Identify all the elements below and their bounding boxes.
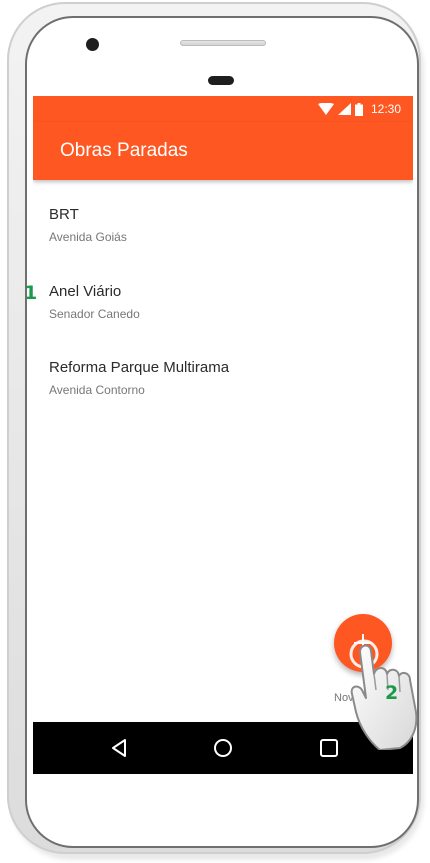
recents-icon[interactable] [317,736,341,760]
front-camera [86,38,99,51]
list-item[interactable]: Anel Viário Senador Canedo [49,257,399,321]
mockup-stage: 12:30 Obras Paradas BRT Avenida Goiás An… [0,0,430,863]
app-bar-title: Obras Paradas [60,140,188,161]
list-item-title: Reforma Parque Multirama [49,359,230,376]
proximity-sensor [208,76,234,85]
annotation-marker-2: 2 [385,682,399,704]
status-icons: 12:30 [317,100,401,118]
home-icon[interactable] [211,736,235,760]
annotation-marker-1: 1 [24,282,38,304]
list-item-subtitle: Avenida Contorno [49,383,145,397]
back-icon[interactable] [107,736,131,760]
signal-icon [337,103,351,115]
list-item[interactable]: Reforma Parque Multirama Avenida Contorn… [49,333,399,397]
list-item-subtitle: Avenida Goiás [49,230,127,244]
status-bar: 12:30 [33,96,413,122]
list-item-title: Anel Viário [49,283,122,300]
list-item[interactable]: BRT Avenida Goiás [49,180,399,244]
status-time: 12:30 [370,102,401,116]
list-item-title: BRT [49,206,79,223]
list-item-subtitle: Senador Canedo [49,307,140,321]
app-bar: Obras Paradas [33,122,413,180]
wifi-icon [317,103,334,115]
earpiece-speaker [180,40,266,46]
battery-icon [354,102,363,116]
